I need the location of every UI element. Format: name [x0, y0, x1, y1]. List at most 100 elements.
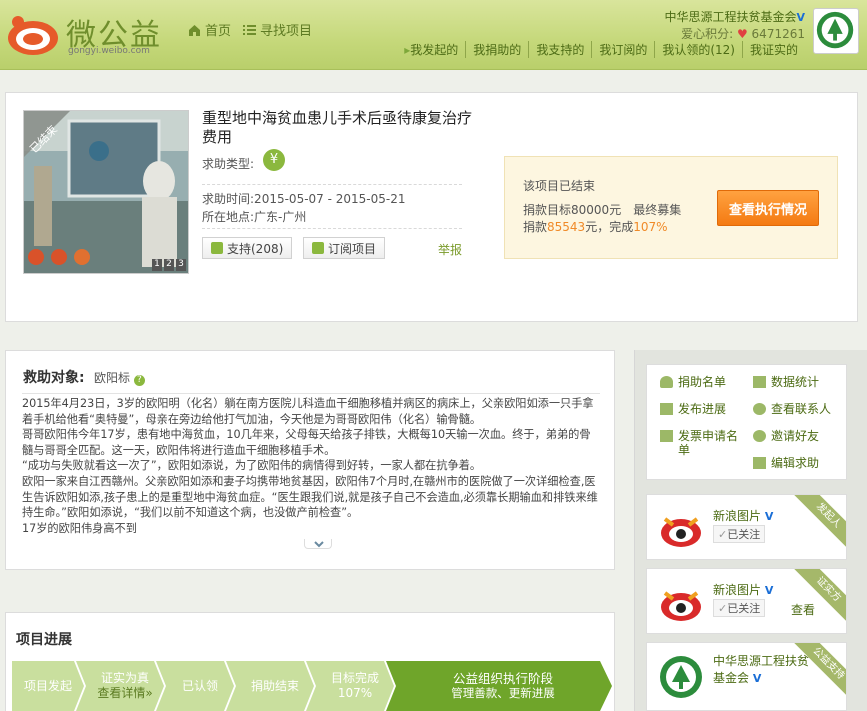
foundation-logo-icon[interactable]: [659, 655, 703, 699]
yuan-icon: ¥: [263, 149, 285, 171]
final-label: 最终募集: [633, 203, 682, 217]
story-heading: 救助对象:: [23, 370, 85, 386]
subnav-initiated[interactable]: ▸我发起的: [397, 41, 465, 58]
check-icon: ✓: [718, 601, 728, 615]
step-label: 公益组织执行阶段: [452, 671, 553, 686]
site-logo[interactable]: 微公益 gongyi.weibo.com: [6, 8, 176, 60]
sidebar-item-donor-list[interactable]: 捐助名单: [660, 375, 755, 389]
verified-icon: V: [764, 510, 774, 523]
divider: [202, 184, 462, 185]
followed-button[interactable]: ✓ 已关注: [713, 599, 766, 617]
subscribe-button[interactable]: 订阅项目: [303, 237, 386, 259]
step-sublabel: 查看详情»: [97, 686, 153, 700]
place-row: 所在地点:广东-广州: [202, 208, 306, 225]
weibo-logo-icon: [8, 16, 58, 55]
support-button-label: 支持(208): [227, 241, 284, 256]
photo-page-1[interactable]: 1: [152, 259, 162, 271]
user-subnav: ▸我发起的 我捐助的 我支持的 我订阅的 我认领的(12) 我证实的: [397, 41, 805, 58]
org-name-top[interactable]: 中华思源工程扶贫基金会V: [664, 8, 805, 25]
home-icon: [189, 24, 200, 36]
followed-button[interactable]: ✓ 已关注: [713, 525, 766, 543]
sidebar-item-invite[interactable]: 邀请好友: [753, 429, 848, 443]
time-value: :2015-05-07 - 2015-05-21: [250, 192, 406, 206]
progress-card: 项目进展 项目发起 证实为真 查看详情» 已认领 捐助结束 目标完成 107% 公益…: [5, 612, 615, 711]
verifier-card: 新浪图片 V ✓ 已关注 查看 证实方: [646, 568, 847, 634]
step-execution: 公益组织执行阶段 管理善款、更新进展: [396, 661, 610, 711]
sidebar-item-label: 数据统计: [771, 375, 820, 389]
story-paragraph: “成功与失败就看这一次了”，欧阳如添说，为了欧阳伟的病情得到好转，一家人都在抗争…: [22, 459, 482, 473]
step-sublabel: 管理善款、更新进展: [451, 686, 555, 700]
verifier-name[interactable]: 新浪图片 V: [713, 581, 773, 598]
donor-list-icon: [660, 376, 673, 388]
nav-find-project-label: 寻找项目: [260, 24, 313, 39]
donated-unit: 元，完成: [585, 220, 634, 234]
sina-eye-avatar[interactable]: [659, 581, 703, 625]
sidebar-item-label: 编辑求助: [771, 456, 820, 470]
verified-icon: V: [764, 584, 774, 597]
user-avatar[interactable]: [813, 8, 859, 54]
report-link[interactable]: 举报: [438, 241, 462, 258]
target-row: 捐款目标80000元 最终募集: [523, 201, 681, 218]
status-title: 该项目已结束: [523, 179, 596, 193]
sidebar-item-publish[interactable]: 发布进展: [660, 402, 755, 416]
heart-icon: ♥: [736, 27, 748, 41]
step-label: 已认领: [181, 678, 218, 693]
story-card: 救助对象: 欧阳标 ? 2015年4月23日，3岁的欧阳明（化名）躺在南方医院儿…: [5, 350, 615, 570]
view-execution-button[interactable]: 查看执行情况: [717, 190, 819, 226]
step-label: 证实为真: [100, 671, 149, 685]
sidebar-item-contact[interactable]: 查看联系人: [753, 402, 848, 416]
publish-icon: [660, 403, 673, 415]
help-icon[interactable]: ?: [133, 375, 145, 386]
nav-find-project[interactable]: 寻找项目: [243, 20, 312, 39]
sidebar-menu: 捐助名单 数据统计 发布进展 查看联系人 发票申请名单 邀请好友 编辑求助: [646, 364, 847, 480]
story-paragraph: 哥哥欧阳伟今年17岁，患有地中海贫血，10几年来，父母每天给孩子排铁，大概每10…: [22, 428, 591, 457]
target-label: 捐款目标: [523, 203, 572, 217]
sidebar-item-label: 查看联系人: [771, 402, 832, 416]
story-paragraph: 2015年4月23日，3岁的欧阳明（化名）躺在南方医院儿科造血干细胞移植并病区的…: [22, 397, 594, 426]
project-title: 重型地中海贫血患儿手术后亟待康复治疗费用: [202, 109, 473, 146]
sidebar-item-edit[interactable]: 编辑求助: [753, 456, 848, 470]
project-status-box: 该项目已结束 捐款目标80000元 最终募集 捐款85543元，完成107% 查…: [504, 156, 838, 259]
photo-page-2[interactable]: 2: [164, 259, 174, 271]
step-sublabel: 107%: [337, 686, 373, 700]
target-value: 80000元: [571, 203, 622, 217]
sina-eye-avatar[interactable]: [659, 507, 703, 551]
subnav-claimed[interactable]: 我认领的(12): [654, 41, 742, 58]
support-org-name[interactable]: 中华思源工程扶贫基金会 V: [713, 653, 809, 687]
story-person-name: 欧阳标: [94, 371, 131, 385]
step-verified[interactable]: 证实为真 查看详情»: [86, 661, 164, 711]
invoice-icon: [660, 430, 673, 442]
sidebar-item-label: 发布进展: [678, 402, 727, 416]
photo-page-3[interactable]: 3: [176, 259, 186, 271]
project-photo[interactable]: 已结束 1 2 3: [23, 110, 189, 274]
edit-icon: [753, 457, 766, 469]
sidebar-item-stats[interactable]: 数据统计: [753, 375, 848, 389]
sidebar-item-invoice[interactable]: 发票申请名单: [660, 429, 744, 457]
donated-row: 捐款85543元，完成107%: [523, 218, 668, 235]
donated-value: 85543: [547, 220, 586, 234]
progress-steps: 项目发起 证实为真 查看详情» 已认领 捐助结束 目标完成 107% 公益组织执行阶…: [12, 661, 612, 711]
story-paragraph: 17岁的欧阳伟身高不到: [22, 521, 137, 535]
foundation-logo-icon: [816, 11, 854, 49]
step-label: 目标完成: [330, 671, 379, 685]
nav-home[interactable]: 首页: [188, 20, 231, 39]
subnav-donated[interactable]: 我捐助的: [465, 41, 528, 58]
view-verification-link[interactable]: 查看: [791, 601, 815, 618]
logo-url: gongyi.weibo.com: [68, 46, 150, 56]
subnav-supported[interactable]: 我支持的: [528, 41, 591, 58]
divider: [202, 228, 462, 229]
expand-story-button[interactable]: [304, 539, 332, 549]
list-icon: [243, 24, 256, 35]
followed-label: 已关注: [727, 528, 761, 541]
sidebar-item-label: 捐助名单: [678, 375, 727, 389]
progress-title: 项目进展: [16, 632, 72, 648]
love-value: 6471261: [751, 27, 805, 41]
love-points: 爱心积分: ♥ 6471261: [681, 25, 805, 42]
subnav-verified[interactable]: 我证实的: [741, 41, 805, 58]
support-button[interactable]: 支持(208): [202, 237, 293, 259]
time-row: 求助时间:2015-05-07 - 2015-05-21: [202, 190, 406, 207]
subnav-subscribed[interactable]: 我订阅的: [591, 41, 654, 58]
thumb-up-icon: [211, 242, 223, 254]
initiator-name[interactable]: 新浪图片 V: [713, 507, 773, 524]
project-summary-card: 已结束 1 2 3 重型地中海贫血患儿手术后亟待康复治疗费用 求助类型: ¥ 求…: [5, 92, 858, 322]
